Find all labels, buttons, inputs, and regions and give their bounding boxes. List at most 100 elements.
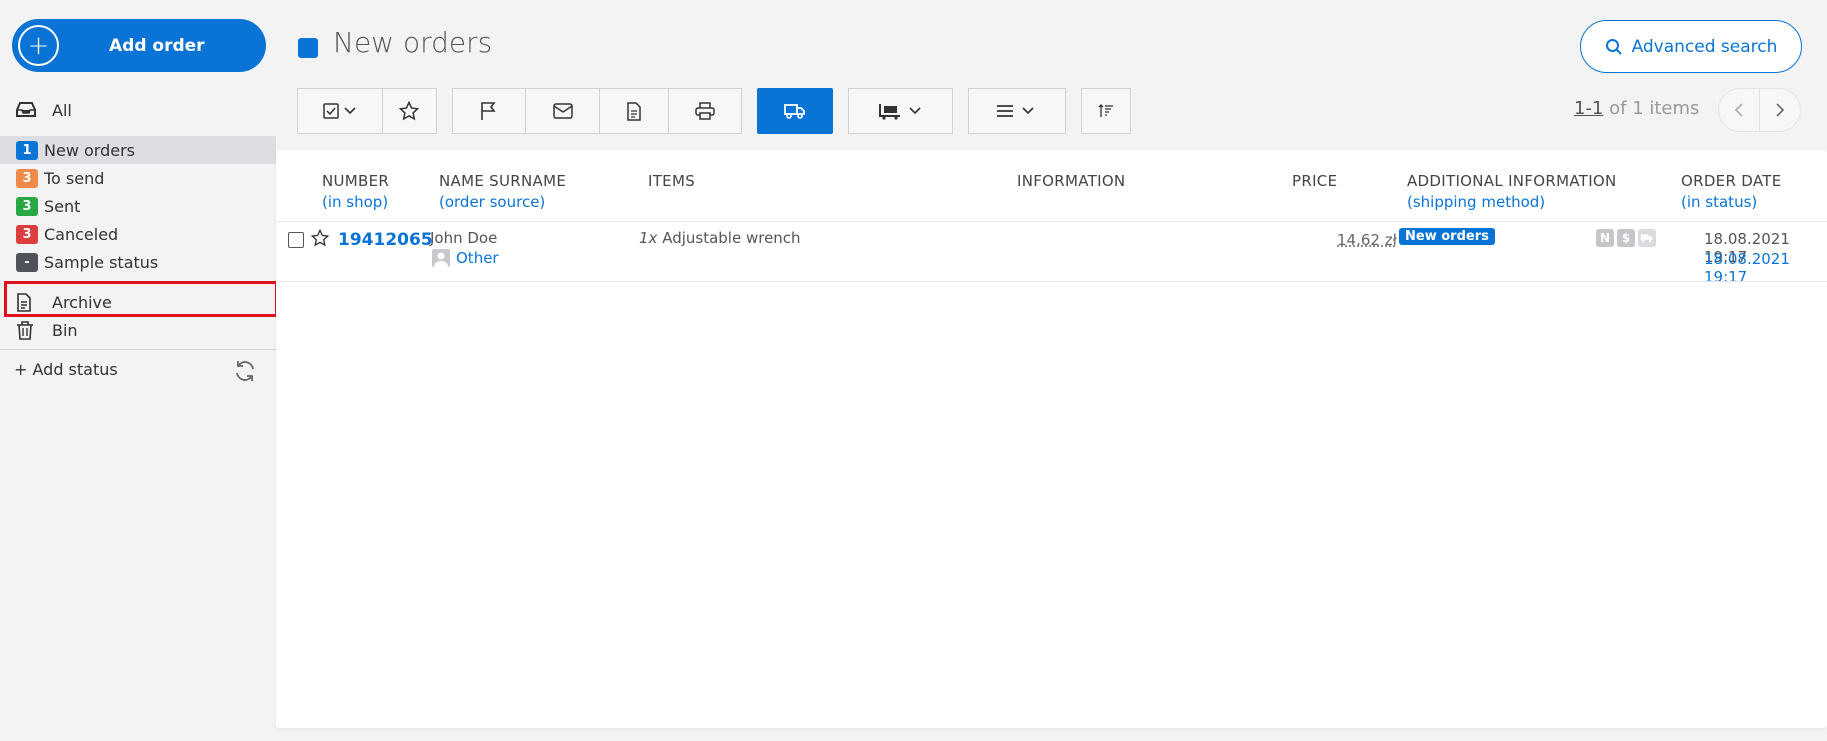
order-price[interactable]: 14.62 zł <box>1337 231 1397 249</box>
toolbar-menu-group <box>968 88 1066 134</box>
row-divider <box>276 281 1827 282</box>
chevron-left-icon <box>1734 103 1743 117</box>
toolbar-sort-group <box>1081 88 1131 134</box>
order-source-label: Other <box>456 249 499 267</box>
sidebar-item-label: All <box>52 100 72 120</box>
payment-flag-icon: $ <box>1617 229 1635 247</box>
header-divider <box>276 221 1827 222</box>
customer-name: John Doe <box>430 229 498 247</box>
column-header-items[interactable]: ITEMS <box>648 172 695 190</box>
orders-table: NUMBER (in shop) NAME SURNAME (order sou… <box>276 150 1827 728</box>
column-header-sublabel: (order source) <box>439 193 546 211</box>
flag-icon <box>481 102 496 120</box>
column-header-sublabel: (in status) <box>1681 193 1758 211</box>
pagination-buttons <box>1718 88 1801 132</box>
sidebar-item-to-send[interactable]: 3 To send <box>0 164 276 192</box>
sidebar-item-all[interactable]: All <box>0 96 276 124</box>
sidebar-item-label: Sent <box>44 196 81 216</box>
row-checkbox[interactable] <box>288 232 304 248</box>
mail-icon <box>552 103 573 119</box>
menu-dropdown-button[interactable] <box>969 89 1065 133</box>
star-icon <box>399 101 420 121</box>
flag-button[interactable] <box>453 89 527 133</box>
warehouse-dropdown-button[interactable] <box>849 89 952 133</box>
advanced-search-button[interactable]: Advanced search <box>1580 20 1802 73</box>
order-item: 1x Adjustable wrench <box>639 229 801 247</box>
chevron-right-icon <box>1776 103 1785 117</box>
column-header-label: PRICE <box>1292 172 1338 190</box>
trash-icon <box>16 320 38 340</box>
prev-page-button[interactable] <box>1719 89 1760 131</box>
row-star-icon[interactable] <box>310 228 330 251</box>
column-header-label: ADDITIONAL INFORMATION <box>1407 172 1617 190</box>
pagination-total: of 1 items <box>1603 98 1700 119</box>
status-count-badge: 3 <box>16 196 38 216</box>
status-count-badge: 1 <box>16 140 38 160</box>
sort-button[interactable] <box>1082 89 1130 133</box>
column-header-additional-info[interactable]: ADDITIONAL INFORMATION (shipping method) <box>1407 172 1617 211</box>
shipping-flag-icon <box>1638 229 1656 247</box>
column-header-label: NAME SURNAME <box>439 172 567 190</box>
status-count-badge: 3 <box>16 168 38 188</box>
next-page-button[interactable] <box>1760 89 1800 131</box>
sidebar-item-archive[interactable]: Archive <box>0 288 276 316</box>
truck-icon <box>784 104 805 119</box>
inbox-icon <box>16 102 38 118</box>
column-header-order-date[interactable]: ORDER DATE (in status) <box>1681 172 1781 211</box>
sidebar-item-bin[interactable]: Bin <box>0 316 276 344</box>
shipping-button[interactable] <box>757 88 833 134</box>
sidebar-item-label: Bin <box>52 320 78 340</box>
column-header-name[interactable]: NAME SURNAME (order source) <box>439 172 566 211</box>
pagination-info: 1-1 of 1 items <box>1574 98 1699 119</box>
item-quantity: 1x <box>639 229 658 247</box>
sidebar-item-new-orders[interactable]: 1 New orders <box>0 136 276 164</box>
email-button[interactable] <box>526 89 600 133</box>
column-header-number[interactable]: NUMBER (in shop) <box>322 172 389 211</box>
user-icon <box>432 249 450 267</box>
sidebar-item-label: Canceled <box>44 224 119 244</box>
checkbox-icon <box>323 103 356 119</box>
sidebar-item-sample-status[interactable]: - Sample status <box>0 248 276 276</box>
add-order-button[interactable]: + Add order <box>12 19 266 72</box>
printer-icon <box>694 102 715 120</box>
sidebar: + Add order All 1 New orders 3 To send 3… <box>0 0 278 741</box>
print-button[interactable] <box>669 89 741 133</box>
status-count-badge: 3 <box>16 224 38 244</box>
menu-icon <box>997 105 1034 117</box>
app: + Add order All 1 New orders 3 To send 3… <box>0 0 1827 741</box>
column-header-label: INFORMATION <box>1017 172 1126 190</box>
sort-icon <box>1098 104 1113 117</box>
status-badge[interactable]: New orders <box>1399 228 1495 245</box>
sidebar-item-label: Archive <box>52 292 112 312</box>
sidebar-item-label: To send <box>44 168 105 188</box>
refresh-icon[interactable] <box>233 359 257 387</box>
column-header-sublabel: (in shop) <box>322 193 389 211</box>
order-number-link[interactable]: 19412065 <box>338 230 433 250</box>
document-icon <box>626 101 641 121</box>
status-color-square <box>298 38 318 58</box>
sidebar-item-canceled[interactable]: 3 Canceled <box>0 220 276 248</box>
toolbar-select-group <box>297 88 437 134</box>
sidebar-item-sent[interactable]: 3 Sent <box>0 192 276 220</box>
note-flag-icon: N <box>1596 229 1614 247</box>
sidebar-item-label: New orders <box>44 140 135 160</box>
search-icon <box>1605 38 1622 55</box>
select-dropdown-button[interactable] <box>298 89 383 133</box>
order-source[interactable]: Other <box>432 249 499 267</box>
status-count-badge: - <box>16 252 38 272</box>
page-title: New orders <box>333 26 493 59</box>
column-header-label: ORDER DATE <box>1681 172 1782 190</box>
toolbar-warehouse-group <box>848 88 953 134</box>
column-header-price[interactable]: PRICE <box>1292 172 1337 190</box>
document-icon <box>16 292 38 312</box>
plus-icon: + <box>18 25 59 66</box>
pagination-range[interactable]: 1-1 <box>1574 98 1603 119</box>
add-status-link[interactable]: + Add status <box>14 360 118 379</box>
document-button[interactable] <box>600 89 669 133</box>
column-header-information[interactable]: INFORMATION <box>1017 172 1125 190</box>
sidebar-divider <box>0 349 276 350</box>
column-header-label: NUMBER <box>322 172 390 190</box>
favorite-button[interactable] <box>383 89 436 133</box>
column-header-label: ITEMS <box>648 172 696 190</box>
add-order-label: Add order <box>109 35 205 56</box>
